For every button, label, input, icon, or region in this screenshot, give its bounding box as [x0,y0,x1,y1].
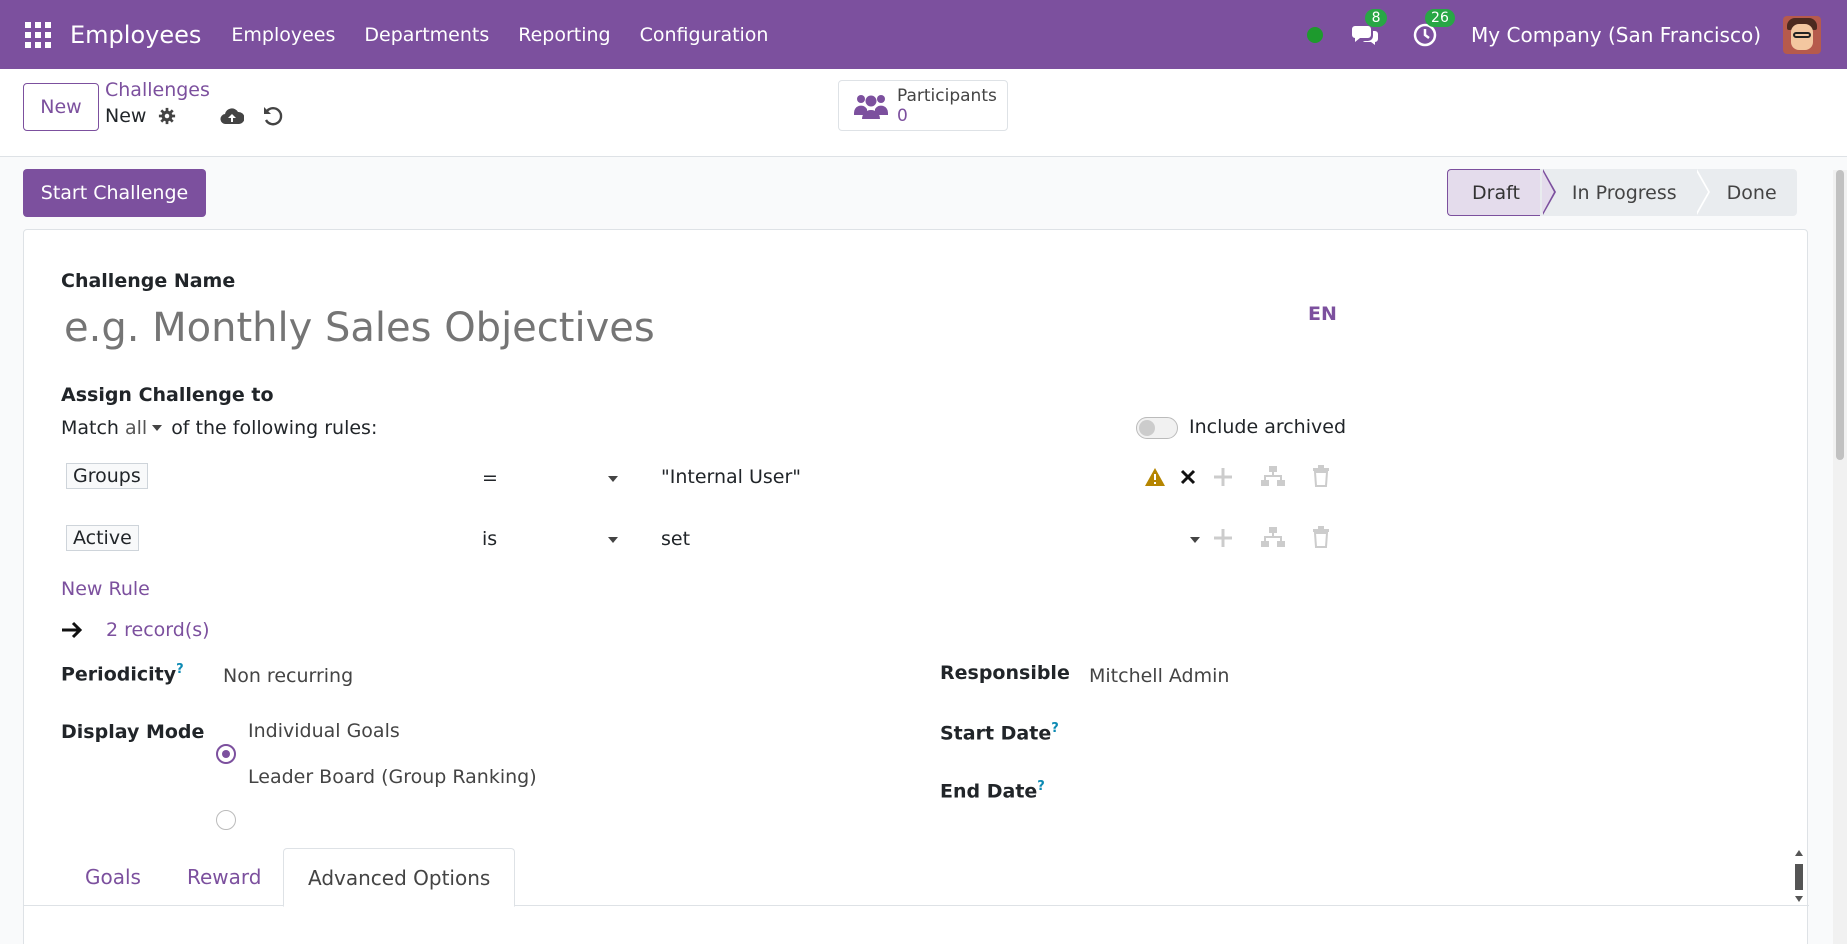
end-date-help-icon[interactable]: ? [1037,779,1045,794]
user-avatar[interactable] [1783,15,1821,54]
include-archived-label: Include archived [1189,416,1347,438]
responsible-field[interactable]: Mitchell Admin [1089,665,1229,687]
start-date-label: Start Date? [940,721,1059,745]
end-date-input[interactable] [1089,775,1569,805]
start-date-input[interactable] [1089,717,1569,747]
assign-challenge-label: Assign Challenge to [61,384,274,406]
match-caret-icon [152,425,163,431]
scroll-down-icon[interactable] [1795,896,1803,902]
challenge-name-input[interactable] [64,300,1264,356]
operator-caret-icon[interactable] [608,476,618,482]
scroll-up-icon[interactable] [1795,850,1803,856]
gear-icon[interactable] [158,107,176,125]
control-panel: New Challenges New Participants 0 [0,69,1847,157]
stage-draft[interactable]: Draft [1447,169,1540,216]
page-scroll-thumb[interactable] [1836,170,1844,460]
undo-icon[interactable] [262,105,284,127]
breadcrumb-current-label: New [105,105,147,127]
new-rule-link[interactable]: New Rule [61,578,150,600]
delete-rule-icon[interactable] [1312,465,1330,487]
clear-rule-icon[interactable] [1180,469,1196,485]
individual-goals-label[interactable]: Individual Goals [248,720,400,742]
start-challenge-button[interactable]: Start Challenge [23,169,206,217]
domain-match-row: Match all of the following rules: [61,417,377,439]
menu-configuration[interactable]: Configuration [640,24,769,46]
stage-separator [1542,170,1554,214]
breadcrumb: Challenges New [105,79,210,127]
stage-in-progress[interactable]: In Progress [1539,169,1697,216]
status-stages: Draft In Progress Done [1447,169,1797,216]
tab-reward[interactable]: Reward [187,848,261,906]
add-branch-icon[interactable] [1260,526,1286,548]
users-icon [853,94,889,119]
radio-individual-goals[interactable] [216,744,236,764]
participants-label: Participants [897,85,997,106]
activities-button[interactable]: 26 [1411,8,1455,49]
breadcrumb-challenges-link[interactable]: Challenges [105,79,210,101]
leader-board-label[interactable]: Leader Board (Group Ranking) [248,766,537,788]
responsible-label: Responsible [940,662,1070,684]
match-selector[interactable]: all [125,417,147,439]
menu-reporting[interactable]: Reporting [518,24,610,46]
cloud-upload-icon[interactable] [220,106,244,126]
periodicity-help-icon[interactable]: ? [176,662,184,677]
rule-operator[interactable]: is [482,528,497,550]
tab-content-scrollbar[interactable] [1792,848,1806,904]
operator-caret-icon[interactable] [608,537,618,543]
form-sheet: Challenge Name EN Assign Challenge to Ma… [23,229,1809,944]
tab-advanced-options[interactable]: Advanced Options [283,848,516,907]
stage-separator [1695,169,1708,215]
include-archived-toggle[interactable] [1136,417,1178,439]
tab-goals[interactable]: Goals [85,848,141,906]
participants-smart-button[interactable]: Participants 0 [838,80,1008,131]
page-scrollbar[interactable] [1833,170,1847,944]
activities-count-badge: 26 [1425,8,1455,27]
arrow-right-icon [62,621,83,639]
add-rule-icon[interactable] [1213,467,1233,487]
rule-field-active[interactable]: Active [66,525,139,551]
rule-value[interactable]: "Internal User" [661,466,801,488]
company-switcher[interactable]: My Company (San Francisco) [1471,23,1761,47]
rule-value[interactable]: set [661,528,690,550]
apps-menu-icon[interactable] [24,21,52,49]
match-prefix: Match [61,417,119,439]
display-mode-label: Display Mode [61,721,205,743]
systray: 8 26 My Company (San Francisco) [1307,0,1847,69]
matching-records-link[interactable]: 2 record(s) [106,619,210,641]
value-caret-icon[interactable] [1190,537,1200,543]
radio-leader-board[interactable] [216,810,236,830]
periodicity-select[interactable]: Non recurring [223,665,353,687]
add-branch-icon[interactable] [1260,465,1286,487]
app-name[interactable]: Employees [70,21,201,49]
top-navbar: Employees Employees Departments Reportin… [0,0,1847,69]
end-date-label: End Date? [940,779,1045,803]
language-toggle[interactable]: EN [1308,303,1337,325]
menu-employees[interactable]: Employees [231,24,335,46]
menu-departments[interactable]: Departments [364,24,489,46]
notebook-tabs: Goals Reward Advanced Options [24,848,1809,907]
add-rule-icon[interactable] [1213,528,1233,548]
match-suffix: of the following rules: [171,417,378,439]
delete-rule-icon[interactable] [1312,526,1330,548]
messages-count-badge: 8 [1365,8,1388,27]
new-button[interactable]: New [23,83,99,131]
challenge-name-label: Challenge Name [61,270,236,292]
rule-operator[interactable]: = [482,467,498,489]
messages-button[interactable]: 8 [1351,8,1388,49]
participants-count: 0 [897,105,908,126]
breadcrumb-current: New [105,105,210,127]
presence-status-icon [1307,26,1324,43]
tab-scroll-thumb[interactable] [1795,864,1803,890]
rule-field-groups[interactable]: Groups [66,463,148,489]
main-menu: Employees Departments Reporting Configur… [231,24,797,46]
periodicity-label: Periodicity? [61,662,184,686]
warning-icon [1145,468,1165,486]
start-date-help-icon[interactable]: ? [1051,721,1059,736]
stage-done[interactable]: Done [1696,169,1797,216]
